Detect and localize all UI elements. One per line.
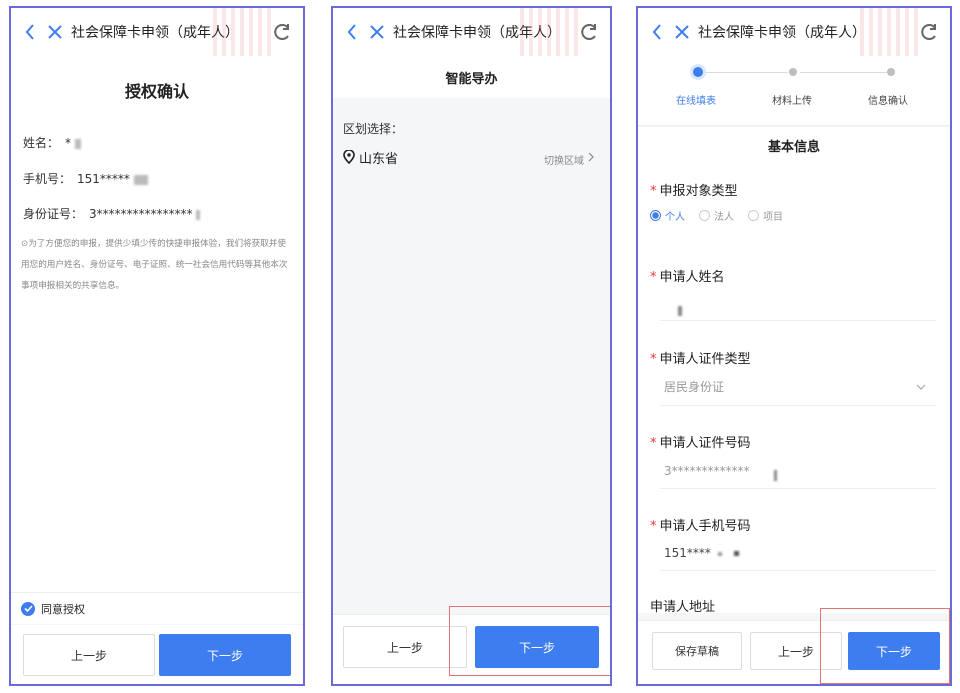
- chevron-down-icon[interactable]: [916, 384, 926, 390]
- agree-label: 同意授权: [41, 602, 85, 616]
- name-row: 姓名： *: [23, 134, 81, 151]
- applicant-type-label: * 申报对象类型: [650, 180, 738, 199]
- refresh-icon[interactable]: [267, 17, 297, 47]
- check-circle-icon[interactable]: [21, 601, 35, 616]
- applicant-type-text: 申报对象类型: [659, 184, 738, 199]
- back-chevron-icon[interactable]: [646, 17, 668, 47]
- top-bar: 社会保障卡申领（成年人）: [333, 8, 610, 56]
- radio-individual-label: 个人: [665, 212, 685, 223]
- id-number-text: 申请人证件号码: [659, 436, 751, 451]
- id-type-label: * 申请人证件类型: [650, 348, 751, 367]
- page-title: 智能导办: [445, 72, 498, 87]
- close-icon[interactable]: [43, 17, 67, 47]
- radio-project[interactable]: 项目: [748, 208, 783, 223]
- phone-number-text: 申请人手机号码: [659, 519, 751, 534]
- phone-row: 手机号： 151*****: [23, 170, 148, 187]
- step-label-confirm: 信息确认: [868, 96, 908, 107]
- save-draft-button[interactable]: 保存草稿: [652, 632, 742, 670]
- masked-phone-dot: [718, 552, 722, 556]
- agree-authorization-row[interactable]: 同意授权: [11, 592, 303, 624]
- region-value: 山东省: [359, 152, 399, 167]
- prev-button[interactable]: 上一步: [23, 634, 155, 676]
- radio-off-icon[interactable]: [699, 210, 710, 221]
- id-value: 3****************: [89, 207, 193, 221]
- refresh-icon[interactable]: [574, 17, 604, 47]
- required-mark: *: [650, 352, 657, 367]
- id-row: 身份证号： 3****************: [23, 205, 201, 222]
- close-icon[interactable]: [365, 17, 389, 47]
- header-decoration: [860, 8, 920, 56]
- chevron-right-icon: [588, 152, 594, 162]
- refresh-icon[interactable]: [914, 17, 944, 47]
- id-number-input[interactable]: 3*************: [664, 464, 750, 478]
- form-area: [638, 127, 950, 613]
- radio-on-icon[interactable]: [650, 210, 661, 221]
- masked-phone: [133, 174, 148, 185]
- section-title: 基本信息: [767, 140, 820, 155]
- highlight-box: [449, 606, 610, 676]
- applicant-type-radio-group: 个人 法人 项目: [650, 208, 797, 223]
- masked-name: [74, 138, 81, 149]
- back-chevron-icon[interactable]: [19, 17, 41, 47]
- required-mark: *: [650, 436, 657, 451]
- highlight-box: [820, 608, 950, 684]
- required-mark: *: [650, 270, 657, 285]
- progress-steps: 在线填表 材料上传 信息确认: [638, 56, 950, 126]
- step-connector: [800, 72, 888, 73]
- next-button[interactable]: 下一步: [159, 634, 291, 676]
- input-underline: [660, 405, 936, 406]
- radio-legal-person-label: 法人: [714, 212, 734, 223]
- id-number-label: * 申请人证件号码: [650, 432, 751, 451]
- name-value: *: [65, 136, 72, 150]
- address-text: 申请人地址: [650, 600, 716, 615]
- input-underline: [660, 570, 936, 571]
- name-label: 姓名：: [23, 136, 60, 150]
- applicant-name-input[interactable]: [678, 306, 682, 316]
- masked-id: [196, 209, 201, 220]
- radio-off-icon[interactable]: [748, 210, 759, 221]
- phone-number-input[interactable]: 151****: [664, 546, 711, 560]
- step-dot: [887, 68, 895, 76]
- address-label: 申请人地址: [650, 596, 715, 615]
- id-label: 身份证号：: [23, 207, 84, 221]
- panel-smart-guide: 社会保障卡申领（成年人） 智能导办 区划选择： 山东省 切换区域 上一步 下一步: [331, 6, 612, 686]
- step-dot: [789, 68, 797, 76]
- applicant-name-label: * 申请人姓名: [650, 266, 725, 285]
- authorization-notice: ⊙为了方便您的申报，提供少填少传的快捷申报体验，我们将获取并使用您的用户姓名、身…: [21, 239, 288, 291]
- panel-basic-info: 社会保障卡申领（成年人） 在线填表 材料上传 信息确认 基本信息 * 申报对象类型…: [636, 6, 952, 686]
- top-bar: 社会保障卡申领（成年人）: [638, 8, 950, 56]
- top-bar: 社会保障卡申领（成年人）: [11, 8, 303, 56]
- phone-number-label: * 申请人手机号码: [650, 515, 751, 534]
- back-chevron-icon[interactable]: [341, 17, 363, 47]
- radio-project-label: 项目: [763, 212, 783, 223]
- id-type-text: 申请人证件类型: [659, 352, 751, 367]
- radio-legal-person[interactable]: 法人: [699, 208, 734, 223]
- phone-value: 151*****: [77, 172, 130, 186]
- masked-phone-dot: [734, 551, 739, 556]
- applicant-name-text: 申请人姓名: [659, 270, 725, 285]
- header-decoration: [520, 8, 580, 56]
- radio-individual[interactable]: 个人: [650, 208, 685, 223]
- close-icon[interactable]: [670, 17, 694, 47]
- location-pin-icon: [343, 150, 355, 164]
- id-type-select[interactable]: 居民身份证: [664, 378, 724, 395]
- required-mark: *: [650, 519, 657, 534]
- region-select-label: 区划选择：: [343, 122, 404, 136]
- masked-id-tail: [774, 470, 777, 481]
- required-mark: *: [650, 184, 657, 199]
- page-title: 授权确认: [124, 82, 189, 101]
- step-dot-active: [693, 67, 703, 77]
- step-label-fill: 在线填表: [676, 96, 716, 107]
- step-connector: [704, 72, 788, 73]
- switch-region-link[interactable]: 切换区域: [544, 152, 584, 167]
- header-decoration: [213, 8, 273, 56]
- panel-authorization: 社会保障卡申领（成年人） 授权确认 姓名： * 手机号： 151***** 身份证号…: [9, 6, 305, 686]
- input-underline: [660, 320, 936, 321]
- phone-label: 手机号：: [23, 172, 72, 186]
- input-underline: [660, 488, 936, 489]
- step-label-upload: 材料上传: [772, 96, 812, 107]
- app-title: 社会保障卡申领（成年人）: [698, 25, 866, 41]
